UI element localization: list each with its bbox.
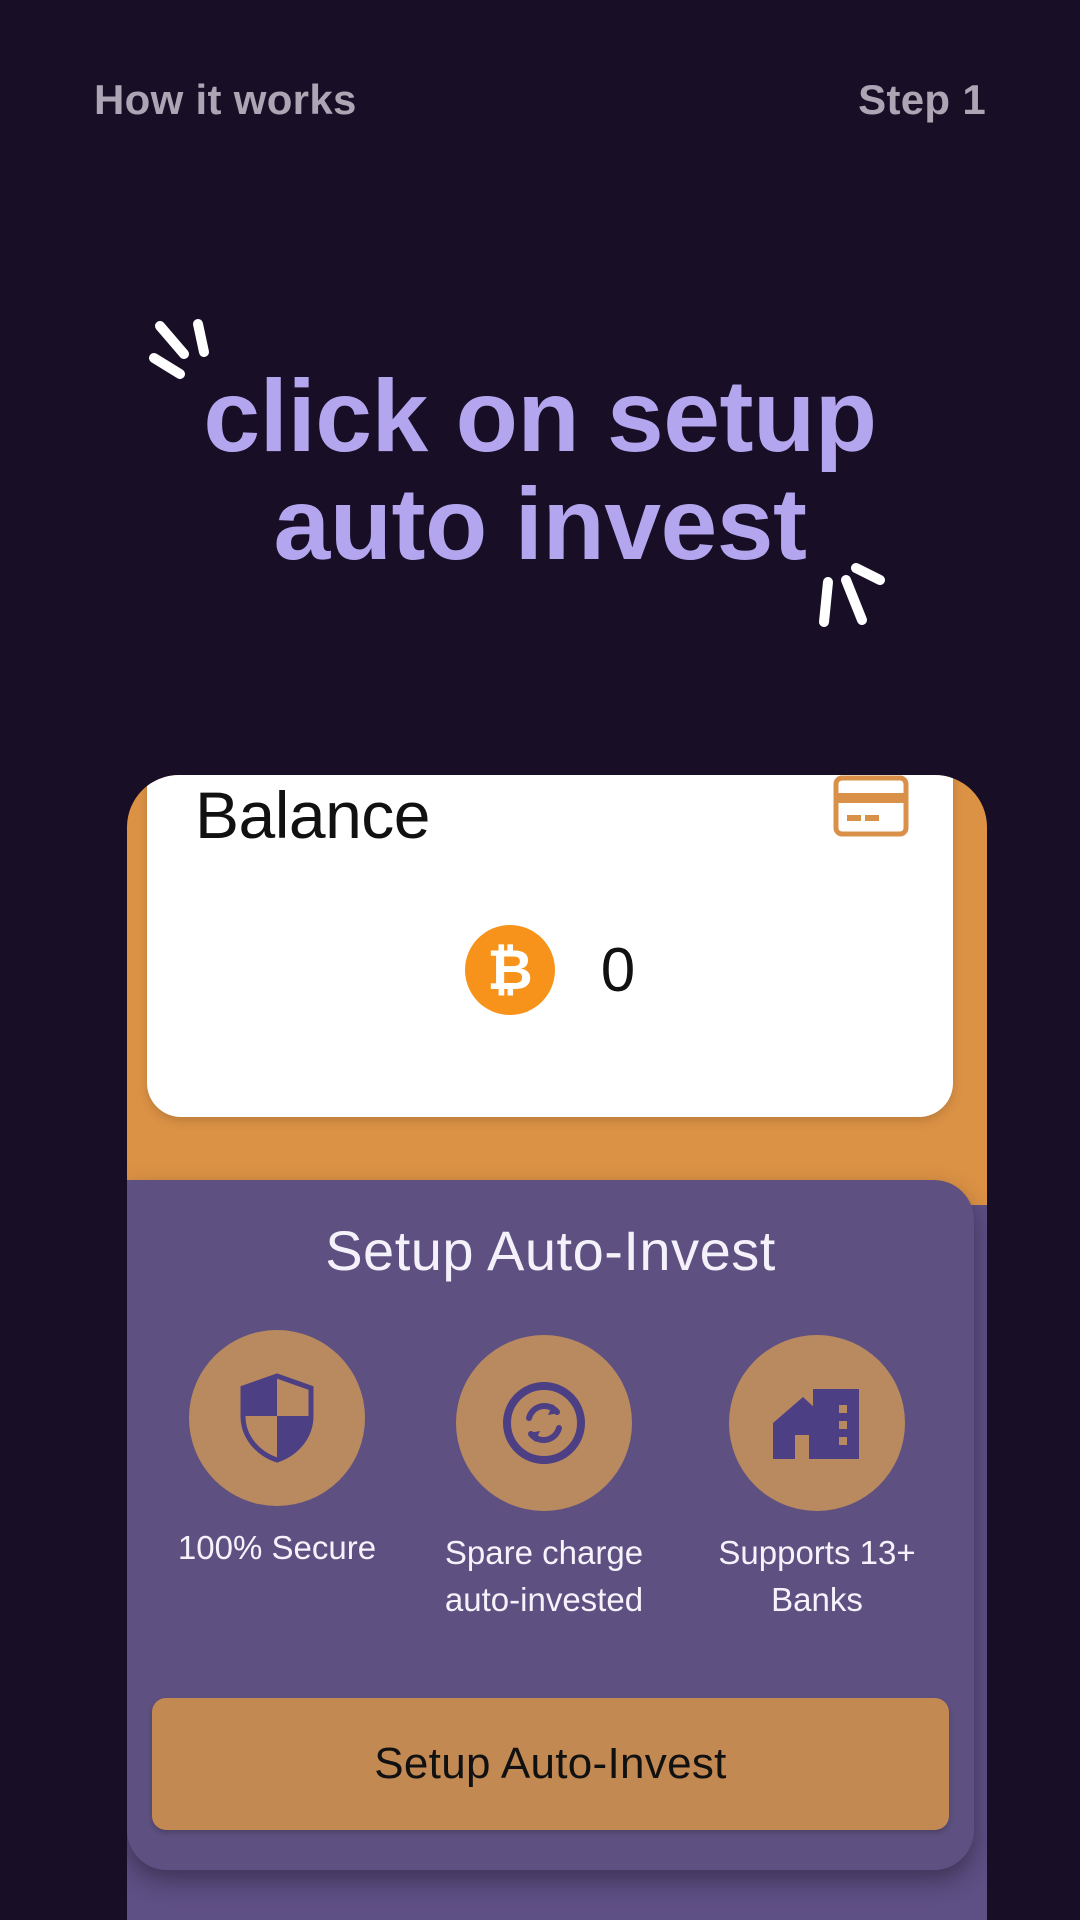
sync-icon [503, 1382, 585, 1464]
feature-banks: Supports 13+ Banks [687, 1335, 947, 1623]
feature-secure: 100% Secure [147, 1330, 407, 1571]
bitcoin-icon: ₿ [464, 925, 555, 1015]
shield-icon [240, 1373, 314, 1463]
balance-row: ₿ 0 [147, 925, 953, 1015]
feature-label: Supports 13+ Banks [718, 1534, 916, 1618]
credit-card-icon[interactable] [833, 775, 909, 837]
feature-icon-circle [729, 1335, 905, 1511]
setup-auto-invest-button[interactable]: Setup Auto-Invest [152, 1698, 949, 1830]
bank-building-icon [773, 1389, 859, 1459]
feature-auto-invest: Spare charge auto-invested [414, 1335, 674, 1623]
balance-card: Balance ₿ 0 [147, 775, 953, 1117]
feature-icon-circle [189, 1330, 365, 1506]
balance-title: Balance [195, 778, 431, 852]
how-it-works-screen: How it works Step 1 click on setup auto … [0, 0, 1080, 1920]
setup-panel-title: Setup Auto-Invest [325, 1219, 776, 1282]
setup-auto-invest-panel: Setup Auto-Invest 100% Secure Spare char… [127, 1180, 974, 1870]
headline: click on setup auto invest [0, 362, 1080, 578]
phone-mockup: Balance ₿ 0 Setup Auto-Invest 100% Secur… [127, 775, 987, 1920]
feature-label: 100% Secure [177, 1529, 377, 1566]
headline-line-2: auto invest [273, 467, 807, 581]
headline-line-1: click on setup [203, 359, 877, 473]
svg-text:₿: ₿ [487, 938, 533, 1003]
balance-amount: 0 [600, 935, 636, 1005]
how-it-works-label: How it works [94, 76, 357, 123]
sparkle-icon [819, 563, 885, 627]
feature-icon-circle [456, 1335, 632, 1511]
feature-label: Spare charge auto-invested [444, 1534, 644, 1618]
step-indicator: Step 1 [858, 76, 986, 123]
top-bar: How it works Step 1 [94, 76, 986, 124]
